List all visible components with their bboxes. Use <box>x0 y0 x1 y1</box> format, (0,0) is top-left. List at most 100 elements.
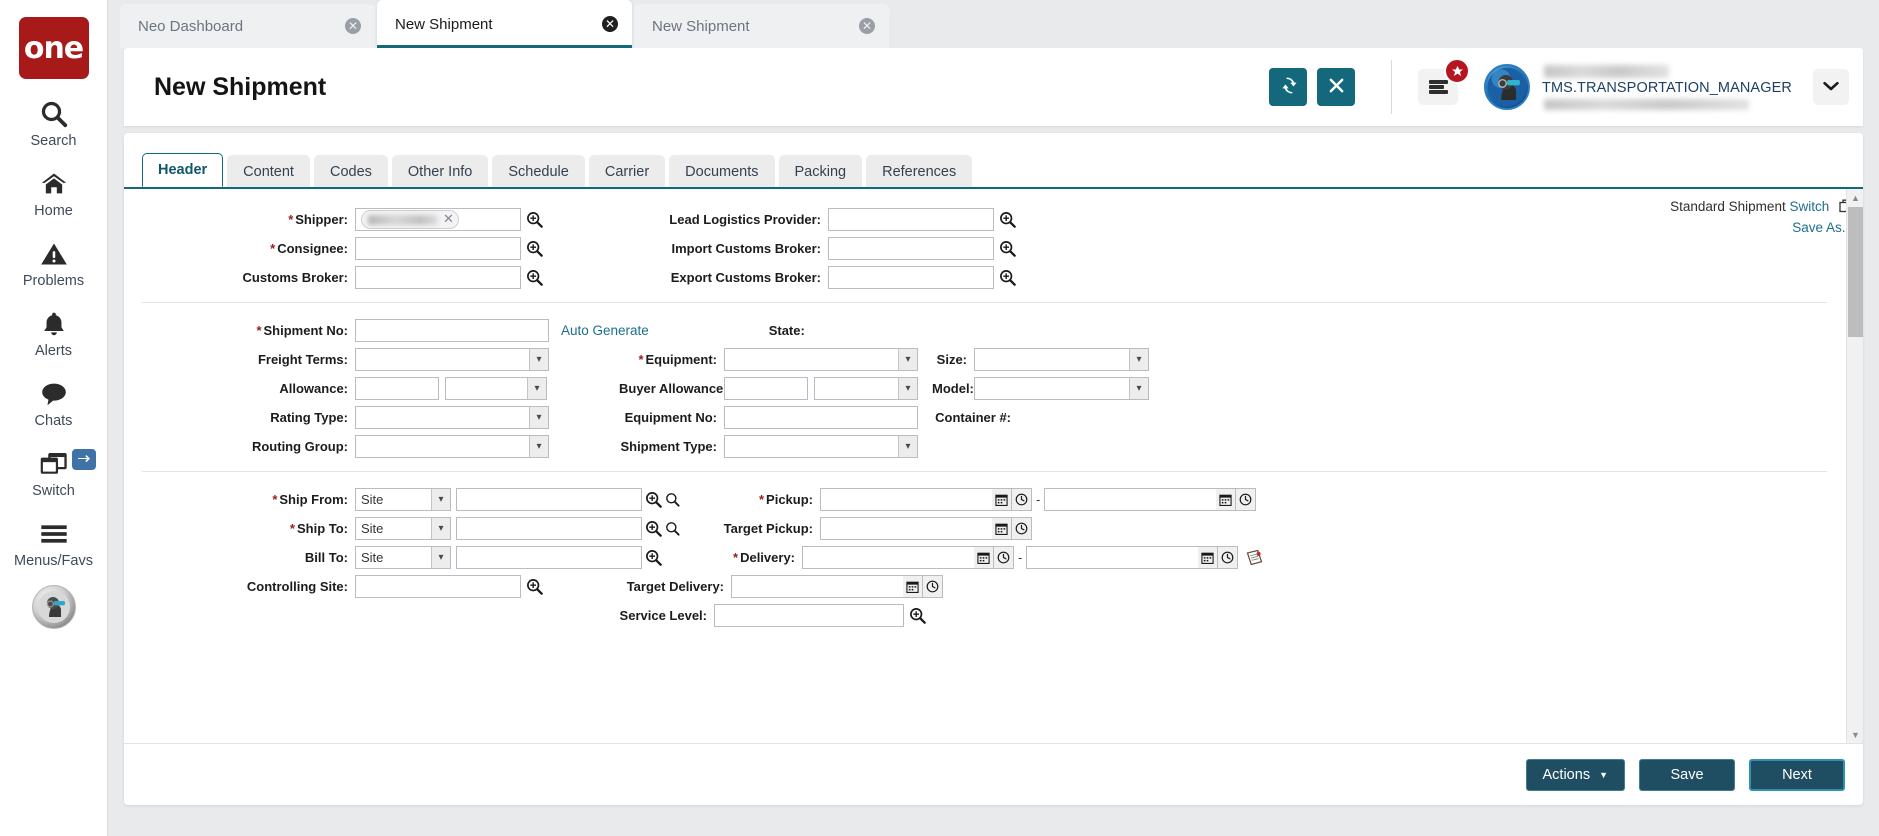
rail-item-home[interactable]: Home <box>0 167 108 219</box>
scroll-up-arrow-icon[interactable]: ▲ <box>1847 189 1863 206</box>
one-logo[interactable]: one <box>19 17 89 79</box>
ship-from-lookup-icon[interactable] <box>665 492 680 507</box>
clock-icon[interactable] <box>1218 546 1238 569</box>
rail-item-search[interactable]: Search <box>0 97 108 149</box>
tab-documents[interactable]: Documents <box>669 155 774 187</box>
import-customs-broker-input[interactable] <box>828 237 994 260</box>
routing-group-select[interactable]: ▾ <box>355 435 549 458</box>
browser-tab-new-shipment-active[interactable]: New Shipment ✕ <box>377 0 632 48</box>
browser-tab-new-shipment-2[interactable]: New Shipment ✕ <box>634 4 889 48</box>
shipper-input[interactable]: ✕ <box>355 208 521 231</box>
tab-content[interactable]: Content <box>227 155 310 187</box>
calendar-icon[interactable] <box>992 517 1012 540</box>
tab-carrier[interactable]: Carrier <box>589 155 665 187</box>
ship-to-search-icon[interactable] <box>645 520 662 537</box>
rail-item-chats[interactable]: Chats <box>0 377 108 429</box>
allowance-unit-select[interactable]: ▾ <box>445 377 547 400</box>
tab-schedule[interactable]: Schedule <box>492 155 584 187</box>
service-level-search-icon[interactable] <box>909 607 926 624</box>
customs-broker-input[interactable] <box>355 266 521 289</box>
consignee-input[interactable] <box>355 237 521 260</box>
export-customs-broker-input[interactable] <box>828 266 994 289</box>
target-delivery-input[interactable] <box>731 575 903 598</box>
pickup-to-input[interactable] <box>1044 488 1216 511</box>
clock-icon[interactable] <box>1012 517 1032 540</box>
clock-icon[interactable] <box>923 575 943 598</box>
ship-from-search-icon[interactable] <box>645 491 662 508</box>
calendar-icon[interactable] <box>992 488 1012 511</box>
service-level-input[interactable] <box>714 604 904 627</box>
ship-to-input[interactable] <box>456 517 642 540</box>
consignee-search-icon[interactable] <box>526 240 543 257</box>
swap-arrows-icon[interactable] <box>72 449 96 470</box>
bill-to-input[interactable] <box>456 546 642 569</box>
auto-generate-link[interactable]: Auto Generate <box>561 323 649 338</box>
clock-icon[interactable] <box>1012 488 1032 511</box>
model-select[interactable]: ▾ <box>974 377 1149 400</box>
allowance-input[interactable] <box>355 377 439 400</box>
equipment-no-input[interactable] <box>724 406 918 429</box>
rail-item-menus-favs[interactable]: Menus/Favs <box>0 517 108 569</box>
close-icon[interactable]: ✕ <box>345 18 361 34</box>
chevron-down-icon: ▾ <box>529 436 548 457</box>
ship-to-lookup-icon[interactable] <box>665 521 680 536</box>
size-select[interactable]: ▾ <box>974 348 1149 371</box>
actions-button[interactable]: Actions ▼ <box>1526 759 1625 791</box>
remove-shipper-icon[interactable]: ✕ <box>443 212 454 227</box>
controlling-site-input[interactable] <box>355 575 521 598</box>
chevron-down-icon: ▼ <box>1599 770 1608 780</box>
avatar[interactable] <box>1484 64 1530 110</box>
shipper-search-icon[interactable] <box>526 211 543 228</box>
save-button[interactable]: Save <box>1639 759 1735 791</box>
clock-icon[interactable] <box>994 546 1014 569</box>
tab-header[interactable]: Header <box>142 153 223 187</box>
controlling-site-search-icon[interactable] <box>526 578 543 595</box>
close-icon[interactable]: ✕ <box>859 18 875 34</box>
equipment-select[interactable]: ▾ <box>724 348 918 371</box>
clock-icon[interactable] <box>1236 488 1256 511</box>
bill-to-search-icon[interactable] <box>645 549 662 566</box>
calendar-icon[interactable] <box>1198 546 1218 569</box>
scrollbar-thumb[interactable] <box>1848 207 1863 337</box>
lead-logistics-provider-search-icon[interactable] <box>999 211 1016 228</box>
form-vertical-scrollbar[interactable]: ▲ ▼ <box>1846 189 1863 743</box>
rating-type-select[interactable]: ▾ <box>355 406 549 429</box>
next-button[interactable]: Next <box>1749 759 1845 791</box>
buyer-allowance-input[interactable] <box>724 377 808 400</box>
tab-references[interactable]: References <box>866 155 972 187</box>
freight-terms-select[interactable]: ▾ <box>355 348 549 371</box>
buyer-allowance-unit-select[interactable]: ▾ <box>814 377 918 400</box>
customs-broker-search-icon[interactable] <box>526 269 543 286</box>
delivery-to-input[interactable] <box>1026 546 1198 569</box>
calendar-icon[interactable] <box>974 546 994 569</box>
close-page-button[interactable] <box>1317 68 1355 106</box>
notifications-menu-button[interactable] <box>1418 69 1458 105</box>
scroll-down-arrow-icon[interactable]: ▼ <box>1847 726 1863 743</box>
pickup-from-input[interactable] <box>820 488 992 511</box>
calendar-icon[interactable] <box>903 575 923 598</box>
calendar-icon[interactable] <box>1216 488 1236 511</box>
ship-from-type-select[interactable]: Site ▾ <box>355 488 451 511</box>
ship-from-input[interactable] <box>456 488 642 511</box>
appointment-calendar-icon[interactable] <box>1245 548 1264 567</box>
target-pickup-input[interactable] <box>820 517 992 540</box>
user-menu-button[interactable] <box>1813 69 1849 105</box>
tab-codes[interactable]: Codes <box>314 155 388 187</box>
tab-other-info[interactable]: Other Info <box>392 155 488 187</box>
tab-packing[interactable]: Packing <box>779 155 863 187</box>
bill-to-type-select[interactable]: Site ▾ <box>355 546 451 569</box>
shipment-type-select[interactable]: ▾ <box>724 435 918 458</box>
browser-tab-neo-dashboard[interactable]: Neo Dashboard ✕ <box>120 4 375 48</box>
shipment-no-input[interactable] <box>355 319 549 342</box>
export-customs-broker-search-icon[interactable] <box>999 269 1016 286</box>
lead-logistics-provider-input[interactable] <box>828 208 994 231</box>
rail-user-avatar[interactable] <box>32 585 76 629</box>
ship-to-type-select[interactable]: Site ▾ <box>355 517 451 540</box>
rail-item-switch[interactable]: Switch <box>0 447 108 499</box>
rail-item-alerts[interactable]: Alerts <box>0 307 108 359</box>
delivery-from-input[interactable] <box>802 546 974 569</box>
rail-item-problems[interactable]: Problems <box>0 237 108 289</box>
import-customs-broker-search-icon[interactable] <box>999 240 1016 257</box>
close-icon[interactable]: ✕ <box>602 16 618 32</box>
refresh-button[interactable] <box>1269 68 1307 106</box>
